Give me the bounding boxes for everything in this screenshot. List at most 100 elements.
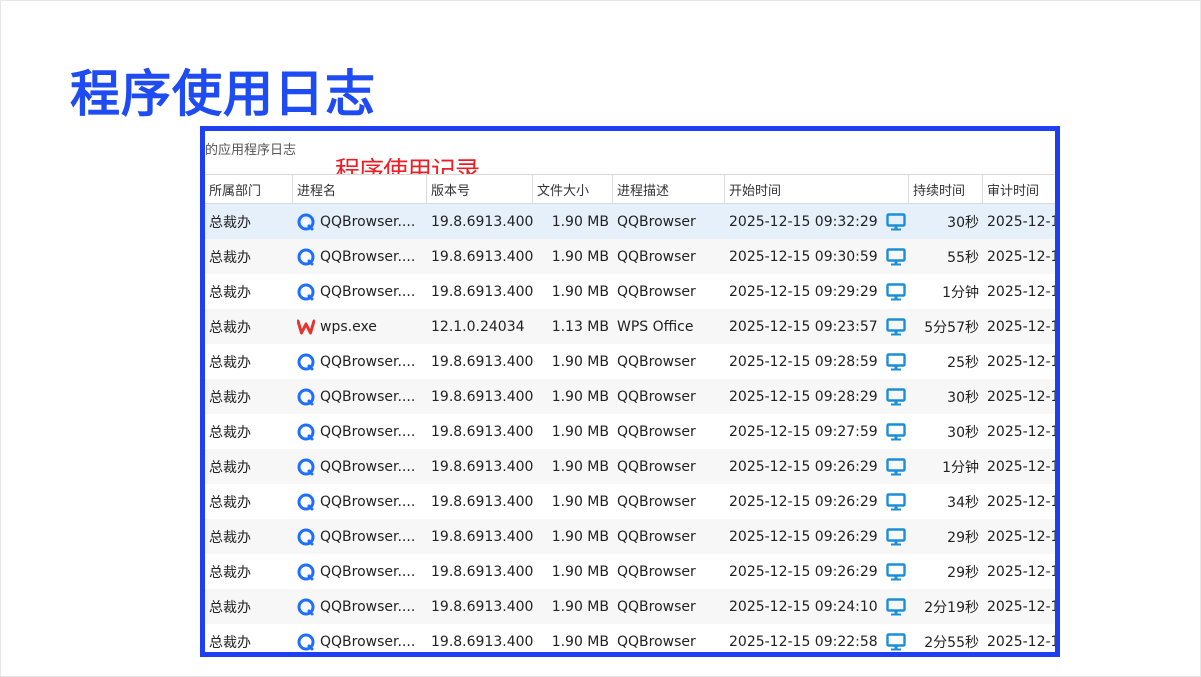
monitor-icon[interactable] bbox=[886, 282, 906, 301]
start-time-text: 2025-12-15 09:26:29 bbox=[729, 563, 878, 580]
monitor-icon[interactable] bbox=[886, 527, 906, 546]
cell-process: QQBrowser.... bbox=[293, 239, 427, 274]
qqbrowser-icon bbox=[297, 248, 315, 266]
qqbrowser-icon bbox=[297, 598, 315, 616]
cell-start-time: 2025-12-15 09:26:29 bbox=[725, 449, 909, 484]
column-header-duration[interactable]: 持续时间 bbox=[909, 175, 983, 203]
cell-start-time: 2025-12-15 09:28:59 bbox=[725, 344, 909, 379]
process-name: QQBrowser.... bbox=[320, 598, 416, 615]
table-row[interactable]: 总裁办 QQBrowser.... 19.8.6913.400 1.90 MB QQBr… bbox=[205, 344, 1055, 379]
cell-dept: 总裁办 bbox=[209, 319, 251, 336]
process-name: QQBrowser.... bbox=[320, 353, 416, 370]
cell-duration: 30秒 bbox=[947, 424, 979, 441]
cell-duration: 2分19秒 bbox=[924, 599, 979, 616]
cell-version: 19.8.6913.400 bbox=[431, 633, 533, 650]
cell-start-time: 2025-12-15 09:26:29 bbox=[725, 484, 909, 519]
table-row[interactable]: 总裁办 QQBrowser.... 19.8.6913.400 1.90 MB QQBr… bbox=[205, 554, 1055, 589]
cell-version: 19.8.6913.400 bbox=[431, 458, 533, 475]
cell-start-time: 2025-12-15 09:23:57 bbox=[725, 309, 909, 344]
monitor-icon[interactable] bbox=[886, 212, 906, 231]
column-header-version[interactable]: 版本号 bbox=[427, 175, 533, 203]
qqbrowser-icon bbox=[297, 563, 315, 581]
monitor-icon[interactable] bbox=[886, 562, 906, 581]
cell-version: 19.8.6913.400 bbox=[431, 528, 533, 545]
cell-dept: 总裁办 bbox=[209, 634, 251, 651]
monitor-icon[interactable] bbox=[886, 422, 906, 441]
cell-description: QQBrowser bbox=[617, 248, 696, 265]
column-header-start-time[interactable]: 开始时间 bbox=[725, 175, 909, 203]
qqbrowser-icon bbox=[297, 423, 315, 441]
monitor-icon[interactable] bbox=[886, 457, 906, 476]
cell-process: QQBrowser.... bbox=[293, 519, 427, 554]
process-name: QQBrowser.... bbox=[320, 423, 416, 440]
cell-start-time: 2025-12-15 09:29:29 bbox=[725, 274, 909, 309]
cell-process: QQBrowser.... bbox=[293, 484, 427, 519]
monitor-icon[interactable] bbox=[886, 632, 906, 651]
cell-process: QQBrowser.... bbox=[293, 344, 427, 379]
table-row[interactable]: 总裁办 QQBrowser.... 19.8.6913.400 1.90 MB QQBr… bbox=[205, 519, 1055, 554]
process-name: QQBrowser.... bbox=[320, 213, 416, 230]
cell-size: 1.90 MB bbox=[551, 633, 609, 650]
table-row[interactable]: 总裁办 QQBrowser.... 19.8.6913.400 1.90 MB QQBr… bbox=[205, 239, 1055, 274]
column-header-process[interactable]: 进程名 bbox=[293, 175, 427, 203]
table-row[interactable]: 总裁办 QQBrowser.... 19.8.6913.400 1.90 MB QQBr… bbox=[205, 449, 1055, 484]
cell-audit-time: 2025-12-1 bbox=[987, 493, 1060, 510]
cell-duration: 5分57秒 bbox=[924, 319, 979, 336]
cell-duration: 2分55秒 bbox=[924, 634, 979, 651]
qqbrowser-icon bbox=[297, 283, 315, 301]
process-name: QQBrowser.... bbox=[320, 388, 416, 405]
start-time-text: 2025-12-15 09:23:57 bbox=[729, 318, 878, 335]
table-row[interactable]: 总裁办 QQBrowser.... 19.8.6913.400 1.90 MB QQBr… bbox=[205, 379, 1055, 414]
cell-version: 19.8.6913.400 bbox=[431, 563, 533, 580]
cell-version: 19.8.6913.400 bbox=[431, 283, 533, 300]
table-body: 总裁办 QQBrowser.... 19.8.6913.400 1.90 MB QQBr… bbox=[205, 204, 1060, 652]
cell-duration: 30秒 bbox=[947, 214, 979, 231]
table-row[interactable]: 总裁办 QQBrowser.... 19.8.6913.400 1.90 MB QQBr… bbox=[205, 589, 1055, 624]
monitor-icon[interactable] bbox=[886, 247, 906, 266]
table-row[interactable]: 总裁办 QQBrowser.... 19.8.6913.400 1.90 MB QQBr… bbox=[205, 414, 1055, 449]
start-time-text: 2025-12-15 09:24:10 bbox=[729, 598, 878, 615]
table-row[interactable]: 总裁办 QQBrowser.... 19.8.6913.400 1.90 MB QQBr… bbox=[205, 204, 1055, 239]
process-name: QQBrowser.... bbox=[320, 633, 416, 650]
monitor-icon[interactable] bbox=[886, 387, 906, 406]
table-row[interactable]: 总裁办 QQBrowser.... 19.8.6913.400 1.90 MB QQBr… bbox=[205, 274, 1060, 309]
cell-description: QQBrowser bbox=[617, 353, 696, 370]
cell-start-time: 2025-12-15 09:24:10 bbox=[725, 589, 909, 624]
column-header-dept[interactable]: 所属部门 bbox=[205, 175, 293, 203]
table-row[interactable]: 总裁办 QQBrowser.... 19.8.6913.400 1.90 MB QQBr… bbox=[205, 484, 1060, 519]
cell-dept: 总裁办 bbox=[209, 284, 251, 301]
cell-duration: 34秒 bbox=[947, 494, 979, 511]
cell-audit-time: 2025-12-1 bbox=[987, 318, 1060, 335]
cell-process: QQBrowser.... bbox=[293, 589, 427, 624]
monitor-icon[interactable] bbox=[886, 317, 906, 336]
cell-audit-time: 2025-12-1 bbox=[987, 283, 1060, 300]
column-header-size[interactable]: 文件大小 bbox=[533, 175, 613, 203]
cell-size: 1.13 MB bbox=[551, 318, 609, 335]
cell-description: QQBrowser bbox=[617, 563, 696, 580]
process-name: wps.exe bbox=[320, 318, 377, 335]
monitor-icon[interactable] bbox=[886, 597, 906, 616]
process-name: QQBrowser.... bbox=[320, 283, 416, 300]
column-header-description[interactable]: 进程描述 bbox=[613, 175, 725, 203]
cell-dept: 总裁办 bbox=[209, 424, 251, 441]
column-header-audit-time[interactable]: 审计时间 bbox=[983, 175, 1055, 203]
table-row[interactable]: 总裁办 QQBrowser.... 19.8.6913.400 1.90 MB QQBr… bbox=[205, 624, 1055, 652]
cell-description: QQBrowser bbox=[617, 283, 696, 300]
cell-duration: 29秒 bbox=[947, 564, 979, 581]
monitor-icon[interactable] bbox=[886, 352, 906, 371]
cell-version: 19.8.6913.400 bbox=[431, 353, 533, 370]
cell-start-time: 2025-12-15 09:27:59 bbox=[725, 414, 909, 449]
cell-description: WPS Office bbox=[617, 318, 694, 335]
cell-duration: 30秒 bbox=[947, 389, 979, 406]
cell-start-time: 2025-12-15 09:26:29 bbox=[725, 554, 909, 589]
cell-start-time: 2025-12-15 09:22:58 bbox=[725, 624, 909, 652]
start-time-text: 2025-12-15 09:27:59 bbox=[729, 423, 878, 440]
cell-dept: 总裁办 bbox=[209, 459, 251, 476]
start-time-text: 2025-12-15 09:28:29 bbox=[729, 388, 878, 405]
table-row[interactable]: 总裁办 wps.exe 12.1.0.24034 1.13 MB WPS Office 2… bbox=[205, 309, 1060, 344]
start-time-text: 2025-12-15 09:26:29 bbox=[729, 493, 878, 510]
cell-description: QQBrowser bbox=[617, 633, 696, 650]
start-time-text: 2025-12-15 09:30:59 bbox=[729, 248, 878, 265]
monitor-icon[interactable] bbox=[886, 492, 906, 511]
cell-description: QQBrowser bbox=[617, 528, 696, 545]
